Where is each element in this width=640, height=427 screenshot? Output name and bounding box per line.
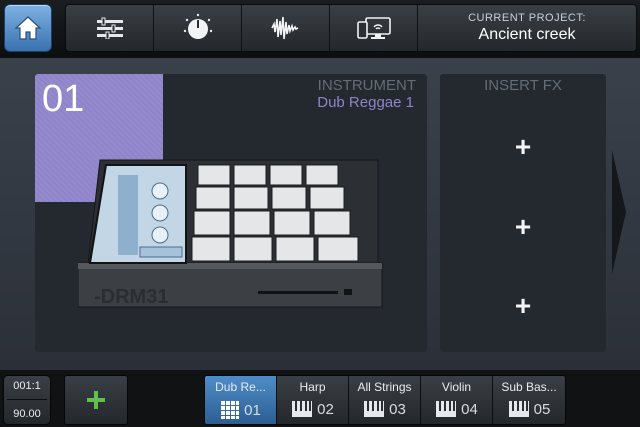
keyboard-icon (508, 401, 529, 417)
track-number: 04 (461, 400, 478, 418)
transport-display[interactable]: 001:1 90.00 (3, 375, 51, 425)
track-number: 01 (244, 401, 261, 419)
instrument-heading: INSTRUMENT (317, 77, 416, 94)
sample-editor-button[interactable] (242, 5, 330, 51)
pads-icon (221, 401, 240, 419)
project-caption: CURRENT PROJECT: (468, 12, 586, 24)
insert-fx-heading: INSERT FX (484, 77, 562, 94)
track-name: All Strings (357, 380, 412, 394)
mixer-button[interactable] (66, 5, 154, 51)
effects-knob-button[interactable] (154, 5, 242, 51)
track-selector: Dub Re... 01 Harp 02 All Strings 03 Viol… (204, 375, 566, 425)
track-tab-01[interactable]: Dub Re... 01 (205, 376, 277, 424)
keyboard-icon (364, 401, 385, 417)
add-fx-slot-1-button[interactable]: + (440, 133, 606, 161)
instrument-name[interactable]: Dub Reggae 1 (317, 94, 414, 111)
track-name: Dub Re... (215, 380, 266, 394)
add-fx-slot-3-button[interactable]: + (440, 292, 606, 320)
keyboard-icon (436, 401, 457, 417)
song-position: 001:1 (13, 379, 41, 392)
project-name: Ancient creek (478, 26, 576, 43)
device-brand: -DRM31 (94, 286, 168, 308)
track-tab-05[interactable]: Sub Bas... 05 (493, 376, 565, 424)
main-toolbar: CURRENT PROJECT: Ancient creek (65, 4, 637, 52)
track-name: Violin (441, 380, 472, 394)
knob-icon (183, 13, 212, 39)
device-sync-icon (356, 17, 391, 39)
track-name: Sub Bas... (501, 380, 557, 394)
track-number: 05 (533, 400, 551, 418)
track-name: Harp (299, 380, 326, 394)
drum-machine-image[interactable]: -DRM31 (78, 155, 388, 315)
current-project-display[interactable]: CURRENT PROJECT: Ancient creek (418, 5, 636, 51)
device-sync-button[interactable] (330, 5, 418, 51)
keyboard-icon (292, 401, 313, 417)
waveform-icon (270, 16, 298, 40)
plus-icon (87, 391, 105, 409)
track-number: 03 (389, 400, 406, 418)
add-track-button[interactable] (64, 375, 128, 425)
track-tab-02[interactable]: Harp 02 (277, 376, 349, 424)
home-button[interactable] (4, 4, 52, 52)
home-icon (14, 16, 42, 40)
track-number: 02 (317, 400, 334, 418)
mixer-icon (96, 17, 123, 39)
add-fx-slot-2-button[interactable]: + (440, 213, 606, 241)
next-page-arrow[interactable] (612, 150, 626, 274)
track-tab-04[interactable]: Violin 04 (421, 376, 493, 424)
tempo-value: 90.00 (13, 408, 41, 421)
transport-divider (7, 399, 47, 401)
track-tab-03[interactable]: All Strings 03 (349, 376, 421, 424)
slot-number: 01 (42, 78, 85, 120)
